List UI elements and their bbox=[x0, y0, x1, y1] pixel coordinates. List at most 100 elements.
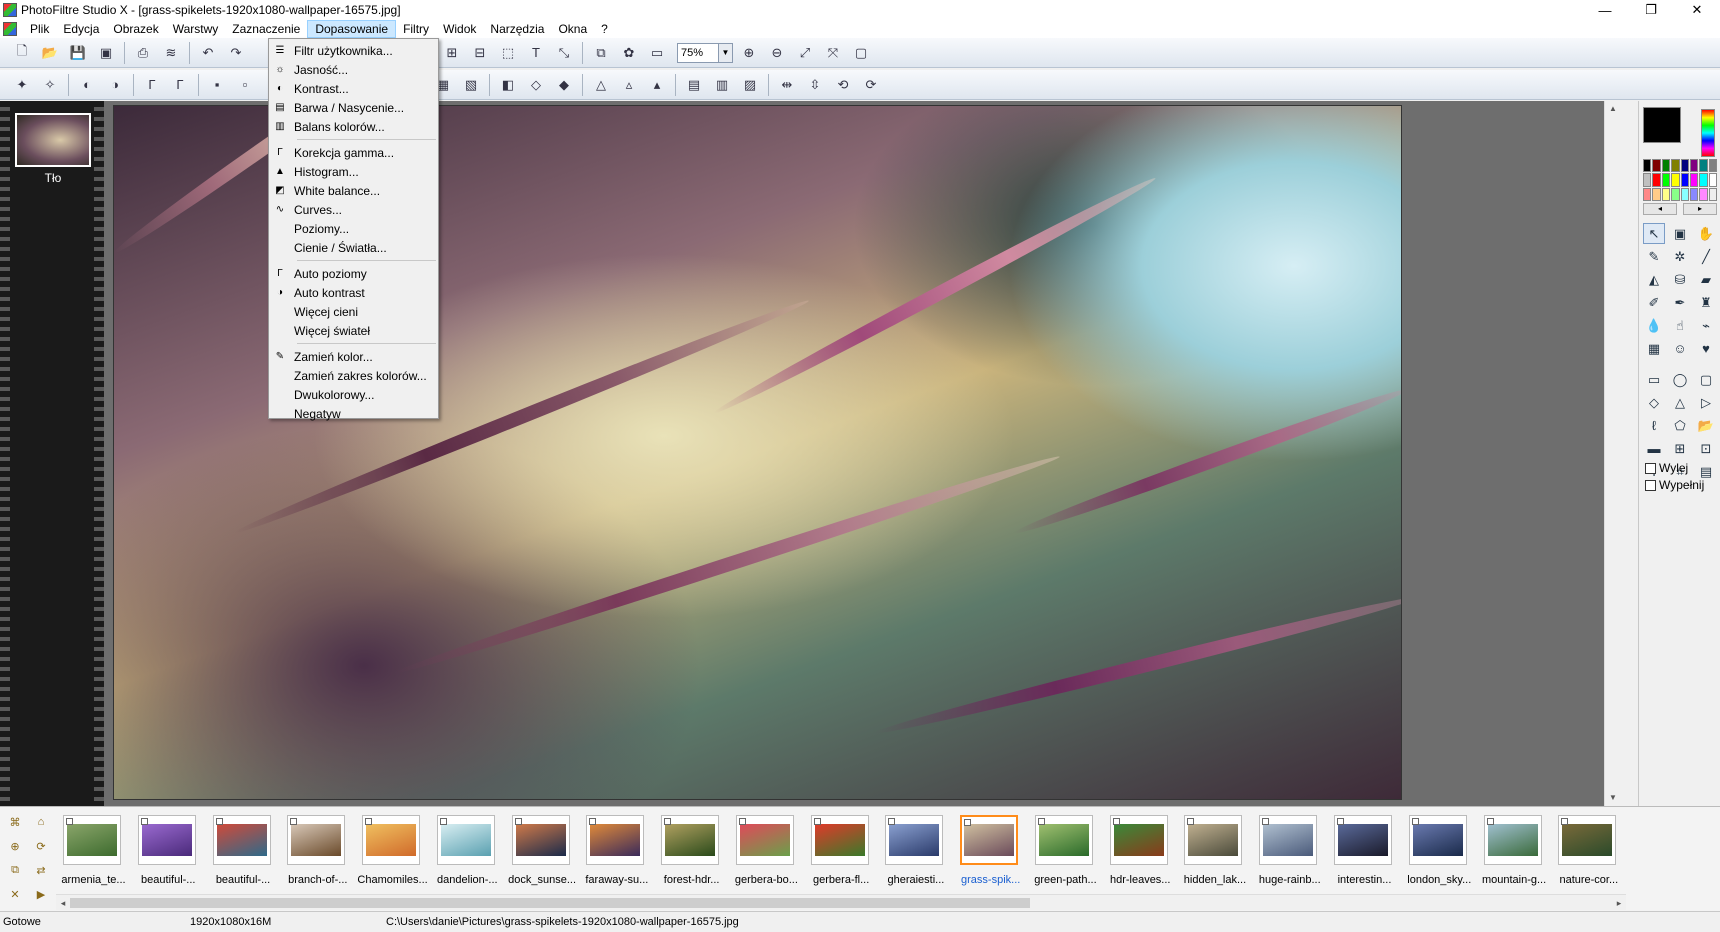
rotate-left-icon[interactable]: ⟲ bbox=[832, 74, 854, 96]
soften-icon[interactable]: ◇ bbox=[525, 74, 547, 96]
thumbnail-image[interactable] bbox=[810, 815, 869, 865]
thumbnail-item[interactable]: mountain-g... bbox=[1477, 813, 1552, 893]
sharpen-icon[interactable]: ◆ bbox=[553, 74, 575, 96]
menu-obrazek[interactable]: Obrazek bbox=[106, 20, 165, 38]
triangle-shape-icon[interactable]: △ bbox=[1669, 392, 1691, 413]
clone-tool-icon[interactable]: ⌁ bbox=[1695, 315, 1717, 336]
thumbnail-item[interactable]: beautiful-... bbox=[131, 813, 206, 893]
zoom-out-icon[interactable]: ⊖ bbox=[766, 42, 788, 64]
saturation-down-icon[interactable]: ▪ bbox=[206, 74, 228, 96]
adjust-menu-item[interactable]: ▲ Histogram... bbox=[269, 162, 438, 181]
outline-checkbox-box[interactable] bbox=[1645, 462, 1656, 474]
thumbnail-checkbox[interactable] bbox=[1187, 818, 1195, 825]
thumbnail-checkbox[interactable] bbox=[664, 818, 672, 825]
save-icon[interactable]: 💾 bbox=[67, 42, 89, 64]
fit-window-icon[interactable]: ⤧ bbox=[822, 42, 844, 64]
thumbnail-checkbox[interactable] bbox=[66, 818, 73, 825]
thumbnail-item[interactable]: beautiful-... bbox=[206, 813, 281, 893]
spray-tool-icon[interactable]: ⛁ bbox=[1669, 269, 1691, 290]
adjust-menu-item[interactable]: ◑ Auto kontrast bbox=[269, 283, 438, 302]
adjust-menu-item[interactable]: ◐ Kontrast... bbox=[269, 79, 438, 98]
menu-zaznaczenie[interactable]: Zaznaczenie bbox=[225, 20, 307, 38]
palette-swatch[interactable] bbox=[1661, 187, 1671, 201]
close-button[interactable]: ✕ bbox=[1674, 0, 1720, 20]
thumbnail-image[interactable] bbox=[1034, 815, 1093, 865]
scroll-thumb[interactable] bbox=[70, 898, 1030, 908]
scroll-down-icon[interactable]: ▼ bbox=[1605, 790, 1621, 806]
thumbnail-item[interactable]: gerbera-bo... bbox=[729, 813, 804, 893]
thumbnail-item[interactable]: branch-of-... bbox=[280, 813, 355, 893]
thumbnail-checkbox[interactable] bbox=[1337, 818, 1345, 825]
thumbnail-item[interactable]: dandelion-... bbox=[430, 813, 505, 893]
noise-icon[interactable]: ▵ bbox=[618, 74, 640, 96]
thumbnail-image[interactable] bbox=[1334, 815, 1393, 865]
fill-checkbox[interactable]: Wypełnij bbox=[1645, 478, 1704, 492]
folder-tree-icon[interactable]: ⌘ bbox=[4, 813, 26, 831]
thumbnail-checkbox[interactable] bbox=[813, 818, 821, 825]
thumbnail-image[interactable] bbox=[735, 815, 794, 865]
pointer-tool-icon[interactable]: ↖ bbox=[1643, 223, 1665, 244]
magic-wand-tool-icon[interactable]: ✲ bbox=[1669, 246, 1691, 267]
adjust-menu-item[interactable]: ∿ Curves... bbox=[269, 200, 438, 219]
thumbnail-image[interactable] bbox=[1184, 815, 1243, 865]
thumbnail-image[interactable] bbox=[362, 815, 421, 865]
thumbnail-checkbox[interactable] bbox=[888, 818, 896, 825]
thumbnail-item[interactable]: green-path... bbox=[1028, 813, 1103, 893]
eraser-tool-icon[interactable]: ▰ bbox=[1695, 269, 1717, 290]
thumbnail-image[interactable] bbox=[511, 815, 570, 865]
palette-next-icon[interactable]: ▸ bbox=[1683, 203, 1717, 215]
palette-swatch[interactable] bbox=[1680, 173, 1689, 187]
thumbnail-item[interactable]: Chamomiles... bbox=[355, 813, 430, 893]
image-size-icon[interactable]: ⊞ bbox=[441, 42, 463, 64]
thumbnail-item[interactable]: hidden_lak... bbox=[1177, 813, 1252, 893]
zoom-in-icon[interactable]: ⊕ bbox=[738, 42, 760, 64]
adjust-menu-item[interactable]: Γ Auto poziomy bbox=[269, 264, 438, 283]
brightness-up-icon[interactable]: ◑ bbox=[104, 74, 126, 96]
menu-warstwy[interactable]: Warstwy bbox=[166, 20, 226, 38]
folder-move-icon[interactable]: ⇄ bbox=[30, 862, 52, 880]
ratio-icon[interactable]: ⊞ bbox=[1669, 438, 1691, 459]
select-all-icon[interactable]: ▬ bbox=[1643, 438, 1665, 459]
fill-tool-icon[interactable]: ◭ bbox=[1643, 269, 1665, 290]
brush-tool-icon[interactable]: ✐ bbox=[1643, 292, 1665, 313]
portrait-tool-icon[interactable]: ☺ bbox=[1669, 338, 1691, 359]
diamond-shape-icon[interactable]: ◇ bbox=[1643, 392, 1665, 413]
open-shape-icon[interactable]: 📂 bbox=[1695, 415, 1717, 436]
thumbnail-image[interactable] bbox=[287, 815, 346, 865]
menu-help[interactable]: ? bbox=[594, 20, 615, 38]
adjust-menu-item[interactable]: Więcej cieni bbox=[269, 302, 438, 321]
thumbnail-checkbox[interactable] bbox=[1112, 818, 1120, 825]
blur-icon[interactable]: ◧ bbox=[497, 74, 519, 96]
palette-swatch[interactable] bbox=[1699, 187, 1708, 201]
color-gradient-icon[interactable]: ▤ bbox=[683, 74, 705, 96]
palette-swatch[interactable] bbox=[1643, 159, 1652, 173]
palette-swatch[interactable] bbox=[1671, 187, 1680, 201]
crop-icon[interactable]: ⬚ bbox=[497, 42, 519, 64]
document-icon[interactable] bbox=[3, 22, 17, 36]
palette-swatch[interactable] bbox=[1708, 187, 1717, 201]
fixed-size-icon[interactable]: ⊡ bbox=[1695, 438, 1717, 459]
canvas-size-icon[interactable]: ⊟ bbox=[469, 42, 491, 64]
menu-filtry[interactable]: Filtry bbox=[396, 20, 436, 38]
folder-refresh-icon[interactable]: ⟳ bbox=[30, 837, 52, 855]
chevron-down-icon[interactable]: ▼ bbox=[718, 43, 732, 62]
lasso-shape-icon[interactable]: ℓ bbox=[1643, 415, 1665, 436]
play-icon[interactable]: ▶ bbox=[30, 886, 52, 904]
brightness-down-icon[interactable]: ◐ bbox=[76, 74, 98, 96]
blur-tool-icon[interactable]: 💧 bbox=[1643, 315, 1665, 336]
thumbnail-item[interactable]: gerbera-fl... bbox=[804, 813, 879, 893]
red-eye-tool-icon[interactable]: ♥ bbox=[1695, 338, 1717, 359]
thumbnail-checkbox[interactable] bbox=[439, 818, 447, 825]
palette-swatch[interactable] bbox=[1643, 173, 1652, 187]
thumbnail-item[interactable]: london_sky... bbox=[1402, 813, 1477, 893]
thumbnail-checkbox[interactable] bbox=[1037, 818, 1045, 825]
fullscreen-icon[interactable]: ▢ bbox=[850, 42, 872, 64]
menu-dopasowanie[interactable]: Dopasowanie bbox=[307, 20, 397, 38]
relief-icon[interactable]: ▴ bbox=[646, 74, 668, 96]
adjust-menu-item[interactable]: ▥ Balans kolorów... bbox=[269, 117, 438, 136]
folder-delete-icon[interactable]: ✕ bbox=[4, 886, 26, 904]
flip-horizontal-icon[interactable]: ⇹ bbox=[776, 74, 798, 96]
new-file-icon[interactable]: 🗋 bbox=[11, 42, 33, 64]
undo-icon[interactable]: ↶ bbox=[197, 42, 219, 64]
zoom-select[interactable]: 75% ▼ bbox=[677, 42, 733, 63]
